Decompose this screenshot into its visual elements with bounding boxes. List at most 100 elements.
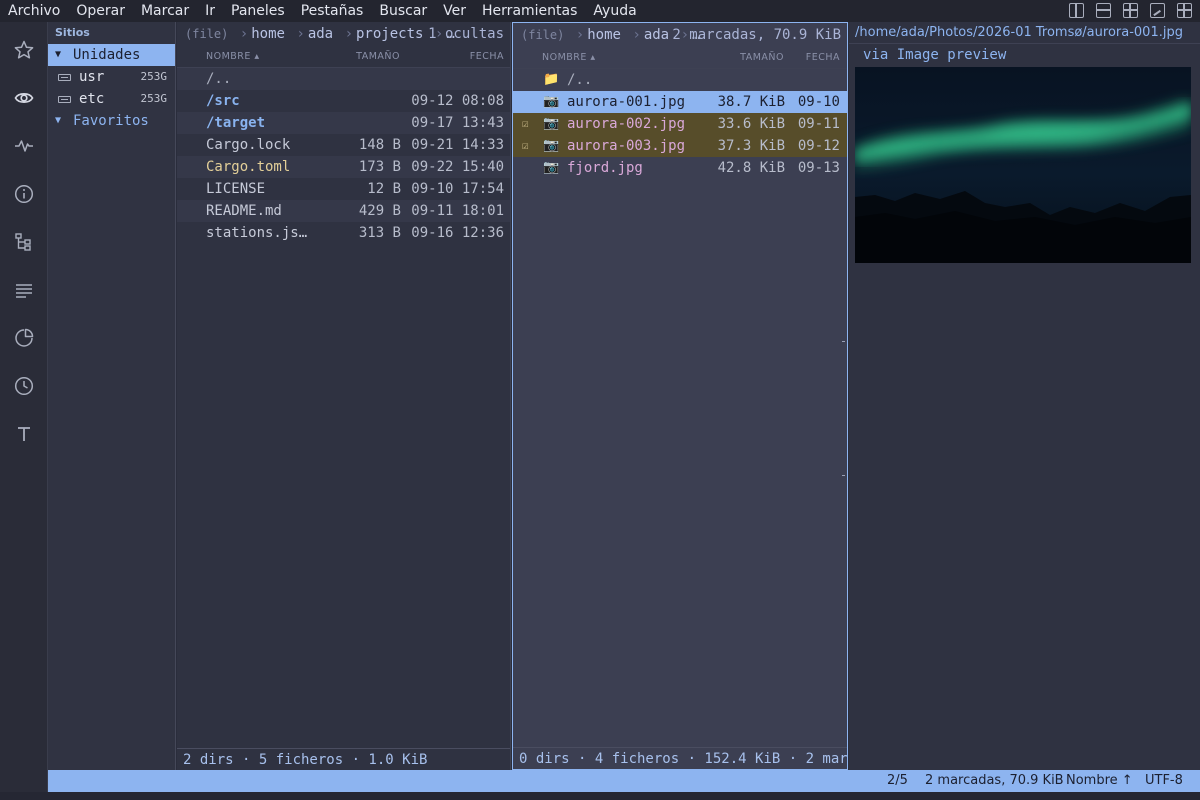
breadcrumb-separator-icon: › (239, 26, 249, 42)
info-icon[interactable] (14, 184, 34, 204)
status-sort[interactable]: Nombre ↑ (1066, 770, 1133, 792)
hidden-count: 1 ocultas (428, 26, 504, 42)
status-position: 2/5 (887, 773, 908, 788)
sidebar-item-label: usr (79, 69, 105, 85)
sidebar-item-usr[interactable]: usr 253G (48, 66, 175, 88)
breadcrumb-scheme: (file) (185, 27, 229, 41)
menu-archivo[interactable]: Archivo (0, 0, 68, 22)
chevron-down-icon: ▼ (55, 115, 62, 126)
breadcrumb-separator-icon: › (575, 27, 585, 43)
file-row[interactable]: stations.js… 313 B 09-16 12:36 (177, 222, 510, 244)
file-row[interactable]: 📷 fjord.jpg 42.8 KiB 09-13 (513, 157, 847, 179)
breadcrumb-segment[interactable]: ada (308, 26, 333, 42)
sidebar-header: Sitios (55, 26, 90, 39)
column-size[interactable]: TAMAÑO (740, 47, 784, 69)
menu-pestanas[interactable]: Pestañas (293, 0, 372, 22)
layout-preview-icon[interactable] (1150, 3, 1165, 18)
file-name: /.. (206, 71, 232, 87)
file-row[interactable]: /src 09-12 08:08 (177, 90, 510, 112)
file-row[interactable]: Cargo.toml 173 B 09-22 15:40 (177, 156, 510, 178)
file-name: /src (206, 93, 240, 109)
file-name: fjord.jpg (567, 160, 643, 176)
file-row[interactable]: README.md 429 B 09-11 18:01 (177, 200, 510, 222)
camera-icon: 📷 (543, 160, 560, 175)
sidebar-item-etc[interactable]: etc 253G (48, 88, 175, 110)
column-date[interactable]: FECHA (806, 47, 840, 69)
checkbox-checked-icon[interactable]: ☑ (522, 113, 529, 135)
menu-bar: Archivo Operar Marcar Ir Paneles Pestaña… (0, 0, 1200, 22)
layout-grid-icon[interactable] (1123, 3, 1138, 18)
activity-icon[interactable] (14, 136, 34, 156)
file-size: 42.8 KiB (717, 160, 785, 176)
menu-ir[interactable]: Ir (197, 0, 223, 22)
sidebar-section-drives[interactable]: ▼ Unidades (48, 44, 175, 66)
file-size: 173 B (358, 159, 401, 175)
file-size: 429 B (358, 203, 401, 219)
file-date: 09-16 12:36 (411, 225, 504, 241)
file-row-marked[interactable]: ☑ 📷 aurora-002.jpg 33.6 KiB 09-11 (513, 113, 847, 135)
status-bar: 2/5 2 marcadas, 70.9 KiB Nombre ↑ UTF-8 (48, 770, 1200, 792)
column-header: NOMBRE ▴ TAMAÑO FECHA (177, 46, 510, 68)
breadcrumb: (file) › home › ada ›… 2 marcadas, 70.9 Ki… (513, 23, 847, 47)
drive-icon (58, 95, 71, 103)
breadcrumb-separator-icon: › (296, 26, 305, 42)
sidebar-section-favorites[interactable]: ▼ Favoritos (48, 110, 175, 132)
star-icon[interactable] (14, 40, 34, 60)
eye-icon[interactable] (14, 88, 34, 108)
file-date: 09-10 (797, 94, 840, 110)
column-size[interactable]: TAMAÑO (356, 46, 400, 68)
breadcrumb-segment[interactable]: home (251, 26, 285, 42)
file-size: 38.7 KiB (717, 94, 785, 110)
breadcrumb-segment[interactable]: projects (356, 26, 423, 42)
layout-split-vertical-icon[interactable] (1069, 3, 1084, 18)
menu-buscar[interactable]: Buscar (371, 0, 435, 22)
layout-quad-icon[interactable] (1177, 3, 1192, 18)
layout-switcher (1069, 3, 1192, 18)
file-row[interactable]: /target 09-17 13:43 (177, 112, 510, 134)
file-row-parent[interactable]: /.. (177, 68, 510, 90)
file-row-selected[interactable]: 📷 aurora-001.jpg 38.7 KiB 09-10 (513, 91, 847, 113)
preview-image (855, 67, 1191, 263)
file-row[interactable]: LICENSE 12 B 09-10 17:54 (177, 178, 510, 200)
file-name: Cargo.lock (206, 137, 291, 153)
file-row[interactable]: Cargo.lock 148 B 09-21 14:33 (177, 134, 510, 156)
file-name: aurora-001.jpg (567, 94, 686, 110)
breadcrumb-segment[interactable]: ada (644, 27, 669, 43)
right-file-panel[interactable]: (file) › home › ada ›… 2 marcadas, 70.9 Ki… (512, 22, 848, 770)
file-name: LICENSE (206, 181, 266, 197)
menu-herramientas[interactable]: Herramientas (474, 0, 585, 22)
menu-marcar[interactable]: Marcar (133, 0, 197, 22)
marked-summary: 2 marcadas, 70.9 KiB (672, 27, 841, 43)
list-icon[interactable] (14, 280, 34, 300)
file-date: 09-12 08:08 (411, 93, 504, 109)
menu-paneles[interactable]: Paneles (223, 0, 293, 22)
file-row-marked[interactable]: ☑ 📷 aurora-003.jpg 37.3 KiB 09-12 (513, 135, 847, 157)
column-date[interactable]: FECHA (470, 46, 504, 68)
menu-operar[interactable]: Operar (68, 0, 133, 22)
clock-icon[interactable] (14, 376, 34, 396)
file-date: 09-12 (797, 138, 840, 154)
layout-split-horizontal-icon[interactable] (1096, 3, 1111, 18)
status-marked: 2 marcadas, 70.9 KiB (925, 773, 1064, 788)
scrollbar-marker[interactable] (842, 341, 845, 342)
breadcrumb-segment[interactable]: home (587, 27, 621, 43)
pie-chart-icon[interactable] (14, 328, 34, 348)
status-encoding[interactable]: UTF-8 (1145, 770, 1183, 792)
breadcrumb: (file) › home › ada › projects ›… 1 ocultas (177, 22, 510, 46)
column-header: NOMBRE ▴ TAMAÑO FECHA (513, 47, 847, 69)
text-icon[interactable] (14, 424, 34, 444)
checkbox-checked-icon[interactable]: ☑ (522, 135, 529, 157)
tree-icon[interactable] (14, 232, 34, 252)
column-name[interactable]: NOMBRE ▴ (542, 47, 596, 69)
column-name[interactable]: NOMBRE ▴ (206, 46, 260, 68)
places-sidebar: Sitios ▼ Unidades usr 253G etc 253G ▼ Fa… (48, 22, 176, 770)
left-file-panel[interactable]: (file) › home › ada › projects ›… 1 ocultas… (177, 22, 511, 770)
file-row-parent[interactable]: 📁 /.. (513, 69, 847, 91)
sidebar-item-label: etc (79, 91, 105, 107)
file-size: 37.3 KiB (717, 138, 785, 154)
camera-icon: 📷 (543, 116, 560, 131)
file-size: 33.6 KiB (717, 116, 785, 132)
scrollbar-marker[interactable] (842, 475, 845, 476)
menu-ayuda[interactable]: Ayuda (585, 0, 644, 22)
menu-ver[interactable]: Ver (435, 0, 474, 22)
